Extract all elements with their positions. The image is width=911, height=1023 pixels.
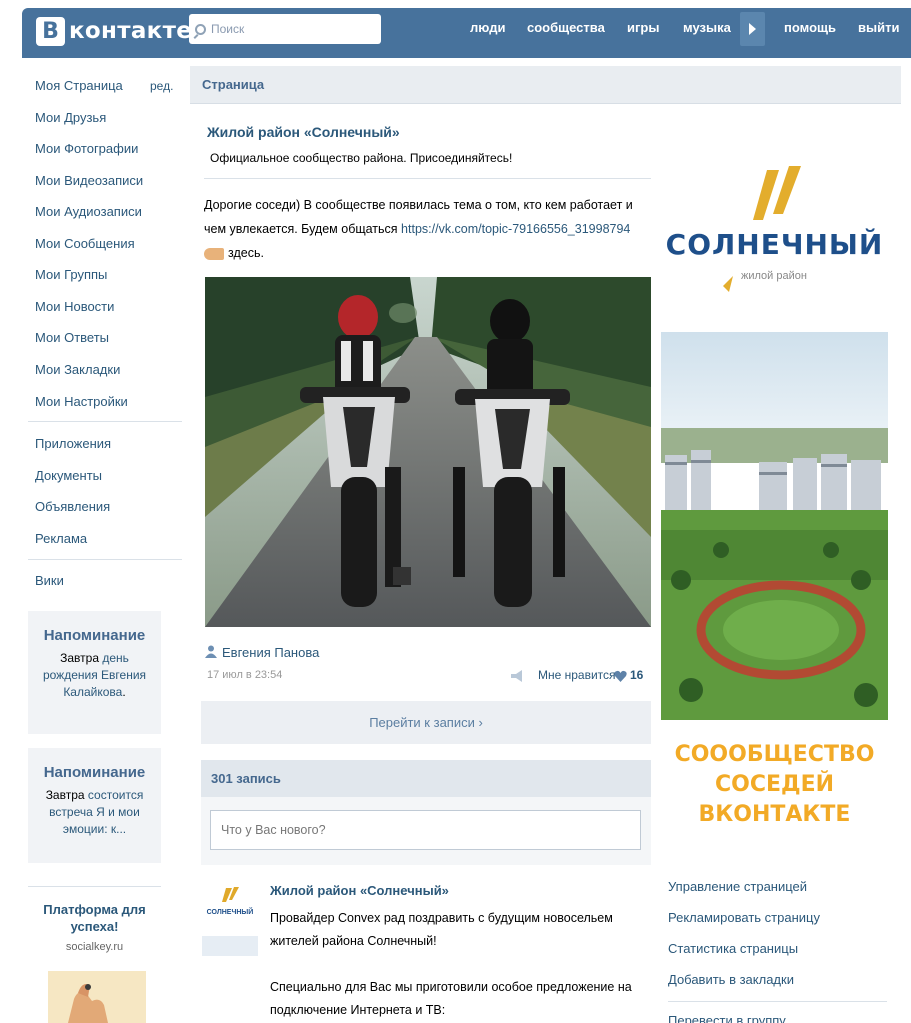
sidebar-item-ads-board[interactable]: Объявления — [35, 499, 110, 514]
reminder-birthday: Напоминание Завтра день рождения Евгения… — [28, 611, 161, 734]
banner-subtitle: жилой район — [741, 270, 807, 282]
logo-mark: В — [36, 16, 65, 46]
avatar-text: СОЛНЕЧНЫЙ — [206, 909, 254, 916]
nav-logout[interactable]: выйти — [858, 20, 899, 35]
page-stats-link[interactable]: Статистика страницы — [668, 941, 798, 956]
sidebar-item-apps[interactable]: Приложения — [35, 436, 111, 451]
advertise-page-link[interactable]: Рекламировать страницу — [668, 910, 820, 925]
sidebar-item-answers[interactable]: Мои Ответы — [35, 330, 109, 345]
post-author[interactable]: Евгения Панова — [222, 645, 319, 660]
wall-header: 301 запись — [201, 760, 651, 797]
post-text: Дорогие соседи) В сообществе появилась т… — [204, 198, 633, 260]
nav-music[interactable]: музыка — [683, 20, 731, 35]
vk-logo[interactable]: В контакте — [36, 16, 192, 46]
reminder-text: Завтра состоится встреча Я и мои эмоции:… — [45, 788, 144, 836]
post-link[interactable]: https://vk.com/topic-79166556_31998794 — [401, 222, 630, 236]
sidebar-divider — [28, 559, 182, 560]
goto-post-button[interactable]: Перейти к записи › — [201, 701, 651, 744]
group-avatar[interactable]: СОЛНЕЧНЫЙ — [202, 882, 258, 956]
top-bar: В контакте люди сообщества игры музыка п… — [22, 8, 911, 58]
sidebar-item-groups[interactable]: Мои Группы — [35, 267, 107, 282]
search-box[interactable] — [189, 14, 381, 44]
reminder-title: Напоминание — [43, 764, 146, 781]
search-input[interactable] — [211, 22, 371, 36]
group-status: Официальное сообщество района. Присоедин… — [210, 151, 513, 165]
promo-domain: socialkey.ru — [65, 941, 124, 953]
post-photo[interactable] — [205, 277, 651, 627]
manage-page-link[interactable]: Управление страницей — [668, 879, 807, 894]
megaphone-icon[interactable] — [510, 670, 524, 682]
sidebar-item-settings[interactable]: Мои Настройки — [35, 394, 128, 409]
play-arrow-icon[interactable] — [740, 12, 765, 46]
community-banner[interactable]: СОЛНЕЧНЫЙ жилой район СОООБЩЕСТВО СОСЕДЕ… — [661, 110, 888, 860]
page-title: Страница — [202, 77, 265, 92]
sidebar-item-my-page[interactable]: Моя Страница — [35, 78, 123, 93]
sidebar-item-friends[interactable]: Мои Друзья — [35, 110, 106, 125]
reminder-meeting: Напоминание Завтра состоится встреча Я и… — [28, 748, 161, 863]
edit-menu-link[interactable]: ред. — [150, 79, 173, 93]
post2-text: Провайдер Convex рад поздравить с будущи… — [270, 911, 632, 1017]
reminder-title: Напоминание — [43, 627, 146, 644]
promo-image[interactable] — [48, 971, 146, 1023]
nav-games[interactable]: игры — [627, 20, 659, 35]
banner-title: СОЛНЕЧНЫЙ — [665, 228, 884, 261]
sidebar-divider — [28, 886, 161, 887]
sidebar-item-bookmarks[interactable]: Мои Закладки — [35, 362, 120, 377]
user-icon — [205, 645, 217, 658]
like-count: 16 — [630, 668, 644, 682]
post2-author[interactable]: Жилой район «Солнечный» — [270, 883, 449, 898]
reminder-text: Завтра день рождения Евгения Калайкова. — [42, 651, 147, 699]
pointing-hand-icon — [204, 247, 224, 260]
group-name[interactable]: Жилой район «Солнечный» — [207, 124, 400, 140]
nav-communities[interactable]: сообщества — [527, 20, 605, 35]
banner-cta: СОООБЩЕСТВО СОСЕДЕЙ ВКОНТАКТЕ — [674, 742, 875, 827]
search-icon — [195, 23, 206, 35]
status-divider — [204, 178, 651, 179]
sidebar-item-news[interactable]: Мои Новости — [35, 299, 114, 314]
nav-help[interactable]: помощь — [784, 20, 836, 35]
convert-to-group-link[interactable]: Перевести в группу — [668, 1013, 786, 1023]
sidebar-item-photos[interactable]: Мои Фотографии — [35, 141, 138, 156]
page-header: Страница — [190, 66, 901, 104]
logo-text: контакте — [69, 18, 193, 44]
wall-count[interactable]: 301 запись — [211, 771, 281, 786]
right-divider — [668, 1001, 887, 1002]
sidebar-item-audio[interactable]: Мои Аудиозаписи — [35, 204, 142, 219]
sidebar-divider — [28, 421, 182, 422]
new-post-input[interactable] — [210, 810, 641, 850]
like-label[interactable]: Мне нравится — [538, 668, 616, 682]
promo-title[interactable]: Платформа для успеха! — [28, 901, 161, 935]
sidebar-item-documents[interactable]: Документы — [35, 468, 102, 483]
nav-people[interactable]: люди — [470, 20, 505, 35]
sidebar-item-videos[interactable]: Мои Видеозаписи — [35, 173, 143, 188]
sidebar-item-wiki[interactable]: Вики — [35, 573, 64, 588]
sidebar-item-advertising[interactable]: Реклама — [35, 531, 87, 546]
add-bookmark-link[interactable]: Добавить в закладки — [668, 972, 794, 987]
post-date[interactable]: 17 июл в 23:54 — [207, 669, 282, 681]
sidebar-item-messages[interactable]: Мои Сообщения — [35, 236, 135, 251]
heart-icon[interactable] — [614, 670, 627, 682]
